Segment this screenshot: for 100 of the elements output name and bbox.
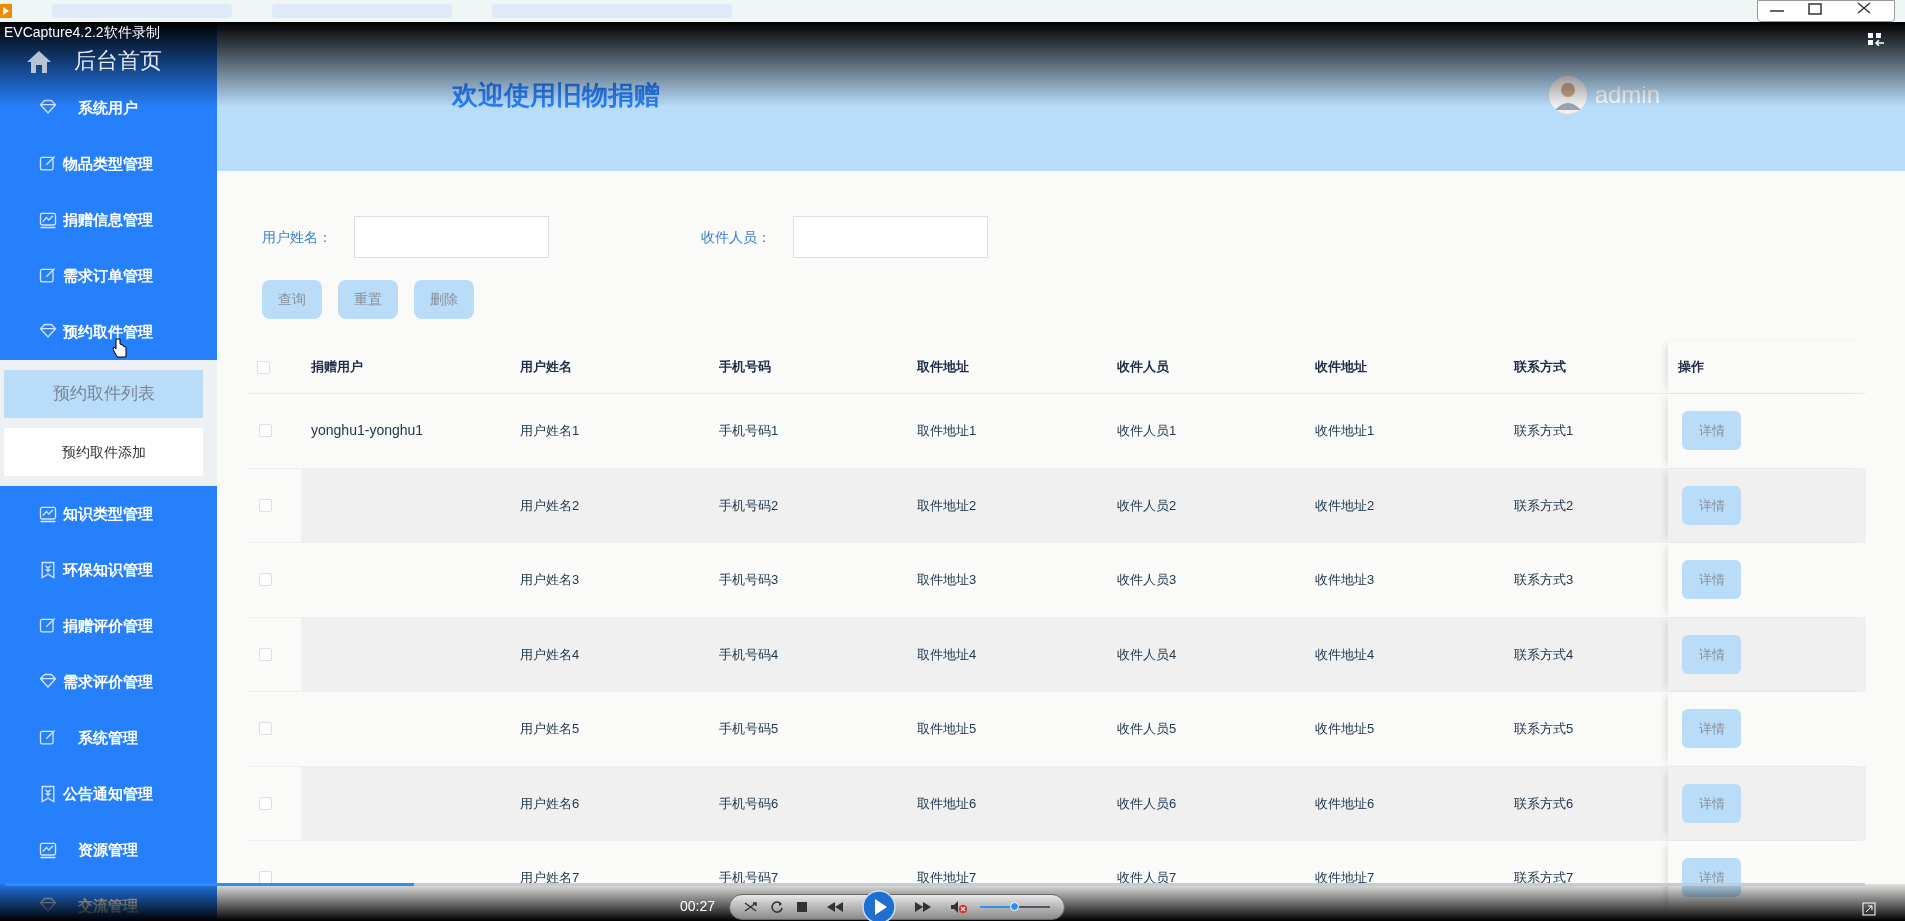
table-cell-text: 手机号码5 [719,720,779,738]
submenu-item[interactable]: 预约取件列表 [4,370,203,418]
table-cell-text: 收件地址5 [1315,720,1375,738]
table-cell-text: 收件地址4 [1315,645,1375,664]
table-cell-text: 用户姓名1 [520,422,580,440]
table-cell-text: 联系方式7 [1514,869,1574,887]
play-icon[interactable] [862,889,897,921]
edit-icon [38,728,58,748]
menu-item[interactable]: 需求评价管理 [58,670,217,694]
table-cell-text: 收件人员2 [1117,496,1177,515]
action-button[interactable]: 删除 [414,280,474,319]
recorder-title: EVCapture4.2.2软件录制 [4,24,160,41]
menu-item[interactable]: 环保知识管理 [58,558,217,582]
menu-item[interactable]: 捐赠信息管理 [58,208,217,232]
checkbox[interactable] [259,498,272,512]
action-button[interactable]: 查询 [262,280,322,319]
column-header: 用户姓名 [520,358,572,377]
hand-cursor-icon [112,338,128,358]
column-header: 手机号码 [719,358,771,377]
table-cell-text: 收件地址2 [1315,496,1375,515]
fullscreen-icon[interactable] [1862,902,1876,916]
table-cell-text: 取件地址4 [917,645,977,664]
table-cell-text: 收件人员4 [1117,645,1177,664]
layout-icon[interactable] [1868,33,1884,46]
column-header: 联系方式 [1514,358,1566,377]
checkbox[interactable] [259,796,272,810]
input-field[interactable] [354,216,549,258]
table-cell-text: 联系方式2 [1514,496,1574,515]
checkbox[interactable] [257,360,270,374]
column-header: 捐赠用户 [311,358,363,377]
table-cell-text: 手机号码6 [719,794,779,813]
details-button[interactable]: 详情 [1682,709,1741,749]
input-field[interactable] [793,216,988,258]
details-button[interactable]: 详情 [1682,783,1741,823]
edit-icon [38,616,58,636]
table-cell-text: 收件人员1 [1117,422,1177,440]
chart-icon [38,504,58,524]
table-cell-text: 用户姓名7 [520,869,580,887]
table-cell-text: 用户姓名3 [520,571,580,589]
table-cell-text: 取件地址5 [917,720,977,738]
volume-track[interactable] [980,905,1051,908]
table-cell-text: 手机号码4 [719,645,779,664]
progress-track[interactable] [5,883,1865,886]
home-icon [26,50,52,74]
table-cell-text: 用户姓名4 [520,645,580,664]
menu-item[interactable]: 交流管理 [58,894,217,918]
field-label: 收件人员： [701,227,772,247]
menu-item[interactable]: 系统用户 [58,96,217,120]
stop-icon[interactable] [796,900,809,913]
table-cell-text: 取件地址2 [917,496,977,515]
edit-icon [38,154,58,174]
table-cell-text: 收件地址7 [1315,869,1375,887]
column-header: 收件地址 [1315,358,1367,377]
avatar-icon[interactable] [1548,76,1587,114]
checkbox[interactable] [259,424,272,438]
details-button[interactable]: 详情 [1682,560,1741,600]
menu-item[interactable]: 后台首页 [74,48,162,74]
menu-item[interactable]: 系统管理 [58,726,217,750]
table-cell-text: 手机号码1 [719,422,779,440]
checkbox[interactable] [259,647,272,661]
details-button[interactable]: 详情 [1682,411,1741,451]
speaker-icon[interactable] [950,899,969,914]
table-cell-text: yonghu1-yonghu1 [311,421,424,441]
column-header: 取件地址 [917,358,969,377]
volume-thumb[interactable] [1010,901,1020,911]
table-cell-text: 联系方式6 [1514,794,1574,813]
time-readout: 00:27 [680,897,716,916]
details-button[interactable]: 详情 [1682,634,1741,674]
field-label: 用户姓名： [262,227,333,247]
chart-icon [38,840,58,860]
chart-icon [38,210,58,230]
table-cell-text: 收件地址3 [1315,571,1375,589]
menu-item[interactable]: 物品类型管理 [58,152,217,176]
column-header: 操作 [1678,358,1704,377]
table-cell-text: 取件地址1 [917,422,977,440]
shuffle-icon[interactable] [744,899,759,914]
table-cell-text: 收件人员6 [1117,794,1177,813]
table-cell-text: 用户姓名2 [520,496,580,515]
menu-item[interactable]: 捐赠评价管理 [58,614,217,638]
table-cell-text: 取件地址6 [917,794,977,813]
column-header: 收件人员 [1117,358,1169,377]
checkbox[interactable] [259,722,272,736]
table-cell-text: 联系方式4 [1514,645,1574,664]
action-button[interactable]: 重置 [338,280,398,319]
table-cell-text: 取件地址3 [917,571,977,589]
app-icon[interactable] [0,4,12,18]
menu-item[interactable]: 预约取件管理 [58,320,217,344]
menu-item[interactable]: 资源管理 [58,838,217,862]
table-cell-text: 取件地址7 [917,869,977,887]
table-cell-text: 收件人员7 [1117,869,1177,887]
table-cell-text: 收件地址6 [1315,794,1375,813]
submenu-item[interactable]: 预约取件添加 [4,428,203,476]
details-button[interactable]: 详情 [1682,485,1741,525]
details-button[interactable]: 详情 [1682,858,1741,898]
menu-item[interactable]: 公告通知管理 [58,782,217,806]
menu-item[interactable]: 需求订单管理 [58,264,217,288]
table-cell-text: 收件人员3 [1117,571,1177,589]
repeat-icon[interactable] [770,899,785,914]
menu-item[interactable]: 知识类型管理 [58,502,217,526]
checkbox[interactable] [259,573,272,587]
